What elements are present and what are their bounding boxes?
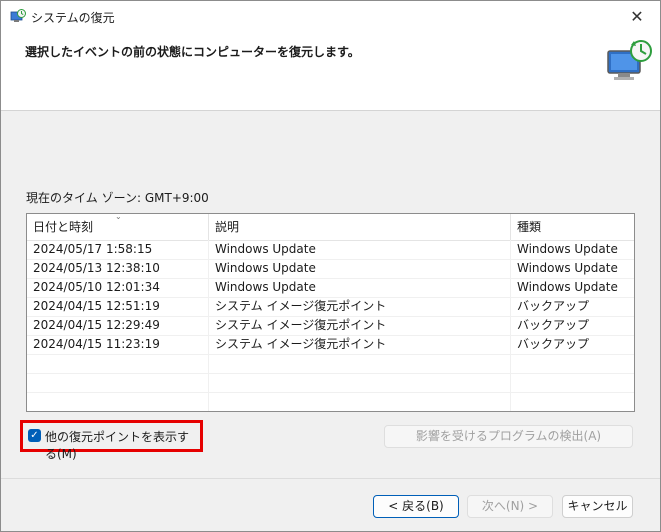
cell-type: Windows Update [517,261,618,275]
cell-type: Windows Update [517,242,618,256]
cell-description: Windows Update [209,259,511,278]
table-row[interactable]: 2024/05/13 12:38:10 Windows Update Windo… [27,259,634,279]
back-button[interactable]: < 戻る(B) [373,495,459,518]
cell-type: バックアップ [517,337,590,351]
show-more-highlight: ✓ 他の復元ポイントを表示する(M) [20,420,203,461]
cell-date: 2024/04/15 11:23:19 [27,335,209,354]
cell-description: システム イメージ復元ポイント [209,316,511,335]
restore-points-list[interactable]: 日付と時刻 ⌄ 説明 種類 2024/05/17 1:58:15 Windows… [26,213,635,412]
footer-divider [1,478,660,479]
system-restore-icon [10,9,26,22]
list-header: 日付と時刻 ⌄ 説明 種類 [27,214,634,241]
show-more-label[interactable]: 他の復元ポイントを表示する(M) [45,428,200,462]
cancel-button[interactable]: キャンセル [562,495,633,518]
cell-type: Windows Update [517,280,618,294]
close-icon: ✕ [630,7,644,26]
close-button[interactable]: ✕ [614,1,660,33]
cell-date: 2024/05/10 12:01:34 [27,278,209,297]
window-title: システムの復元 [31,11,115,25]
cell-date: 2024/04/15 12:29:49 [27,316,209,335]
restore-computer-icon [607,40,652,80]
cell-date: 2024/04/15 12:51:19 [27,297,209,316]
cell-date: 2024/05/13 12:38:10 [27,259,209,278]
checkmark-icon: ✓ [30,430,39,441]
empty-row [27,354,634,374]
cell-description: Windows Update [209,240,511,259]
sort-indicator-icon: ⌄ [115,213,122,221]
column-header-type[interactable]: 種類 [511,214,634,240]
table-row[interactable]: 2024/04/15 11:23:19 システム イメージ復元ポイント バックア… [27,335,634,355]
cell-description: システム イメージ復元ポイント [209,335,511,354]
column-header-description[interactable]: 説明 [209,214,511,240]
show-more-checkbox[interactable]: ✓ [28,429,41,442]
scan-affected-programs-button[interactable]: 影響を受けるプログラムの検出(A) [384,425,633,448]
cell-date: 2024/05/17 1:58:15 [27,240,209,259]
timezone-label: 現在のタイム ゾーン: GMT+9:00 [26,191,209,205]
empty-row [27,373,634,393]
instruction-text: 選択したイベントの前の状態にコンピューターを復元します。 [25,45,360,59]
cell-type: バックアップ [517,318,590,332]
cell-description: システム イメージ復元ポイント [209,297,511,316]
empty-row [27,392,634,411]
cell-description: Windows Update [209,278,511,297]
next-button[interactable]: 次へ(N) > [467,495,553,518]
cell-type: バックアップ [517,299,590,313]
table-row[interactable]: 2024/04/15 12:51:19 システム イメージ復元ポイント バックア… [27,297,634,317]
column-header-date[interactable]: 日付と時刻 ⌄ [27,214,209,240]
table-row[interactable]: 2024/04/15 12:29:49 システム イメージ復元ポイント バックア… [27,316,634,336]
system-restore-window: システムの復元 ✕ 選択したイベントの前の状態にコンピューターを復元します。 現… [0,0,661,532]
table-row[interactable]: 2024/05/17 1:58:15 Windows Update Window… [27,240,634,260]
title-bar: システムの復元 ✕ [1,1,660,33]
table-row[interactable]: 2024/05/10 12:01:34 Windows Update Windo… [27,278,634,298]
header-panel: 選択したイベントの前の状態にコンピューターを復元します。 [1,33,660,111]
